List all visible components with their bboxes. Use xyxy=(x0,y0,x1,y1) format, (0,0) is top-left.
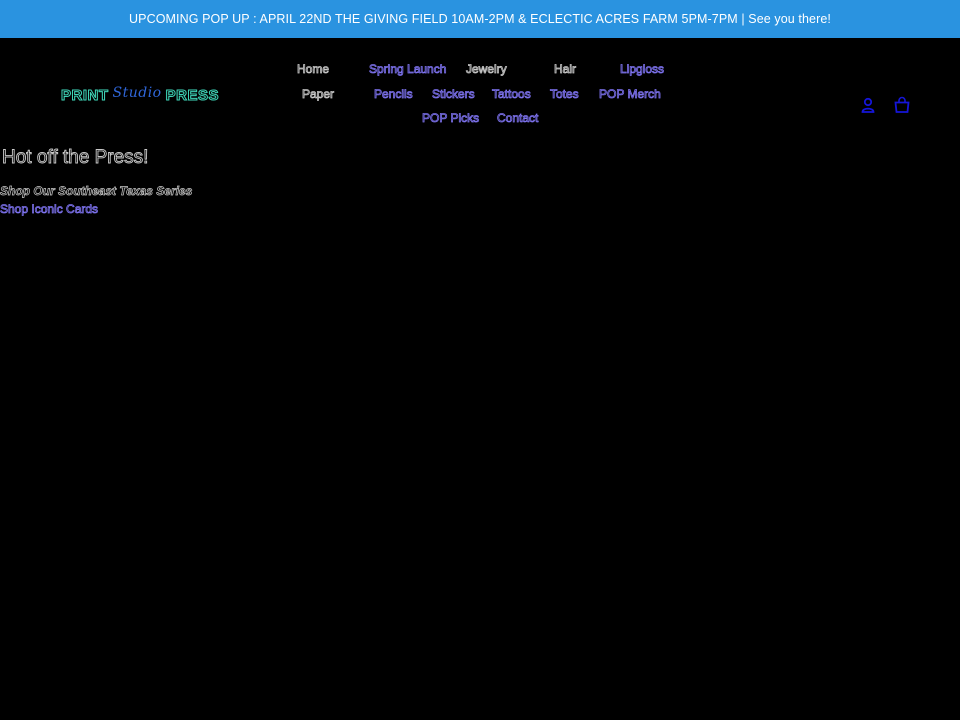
nav-item-contact[interactable]: Contact xyxy=(497,111,539,126)
shop-iconic-cards-link[interactable]: Shop Iconic Cards xyxy=(0,202,98,217)
nav-item-tattoos[interactable]: Tattoos xyxy=(492,87,531,102)
announcement-bar: UPCOMING POP UP : APRIL 22ND THE GIVING … xyxy=(0,0,960,38)
announcement-text: UPCOMING POP UP : APRIL 22ND THE GIVING … xyxy=(129,12,831,26)
nav-item-lipgloss[interactable]: Lipgloss xyxy=(620,62,665,77)
nav-item-totes[interactable]: Totes xyxy=(550,87,579,102)
nav-item-stickers[interactable]: Stickers xyxy=(432,87,475,102)
nav-item-home[interactable]: Home xyxy=(297,62,330,77)
nav-item-jewelry[interactable]: Jewelry xyxy=(466,62,507,77)
shop-southeast-texas-link[interactable]: Shop Our Southeast Texas Series xyxy=(0,184,193,199)
page-title: Hot off the Press! xyxy=(2,147,149,169)
nav-item-paper[interactable]: Paper xyxy=(302,87,335,102)
store-logo[interactable]: PRINT Studio PRESS xyxy=(61,82,219,108)
nav-item-pencils[interactable]: Pencils xyxy=(374,87,413,102)
cart-icon[interactable] xyxy=(893,96,911,114)
logo-word-studio: Studio xyxy=(112,85,162,101)
nav-item-pop-picks[interactable]: POP Picks xyxy=(422,111,480,126)
nav-item-pop-merch[interactable]: POP Merch xyxy=(599,87,662,102)
account-icon[interactable] xyxy=(859,96,877,114)
nav-item-spring-launch[interactable]: Spring Launch xyxy=(369,62,447,77)
logo-word-print: PRINT xyxy=(61,86,109,104)
logo-word-press: PRESS xyxy=(165,86,219,104)
nav-item-hair[interactable]: Hair xyxy=(554,62,577,77)
